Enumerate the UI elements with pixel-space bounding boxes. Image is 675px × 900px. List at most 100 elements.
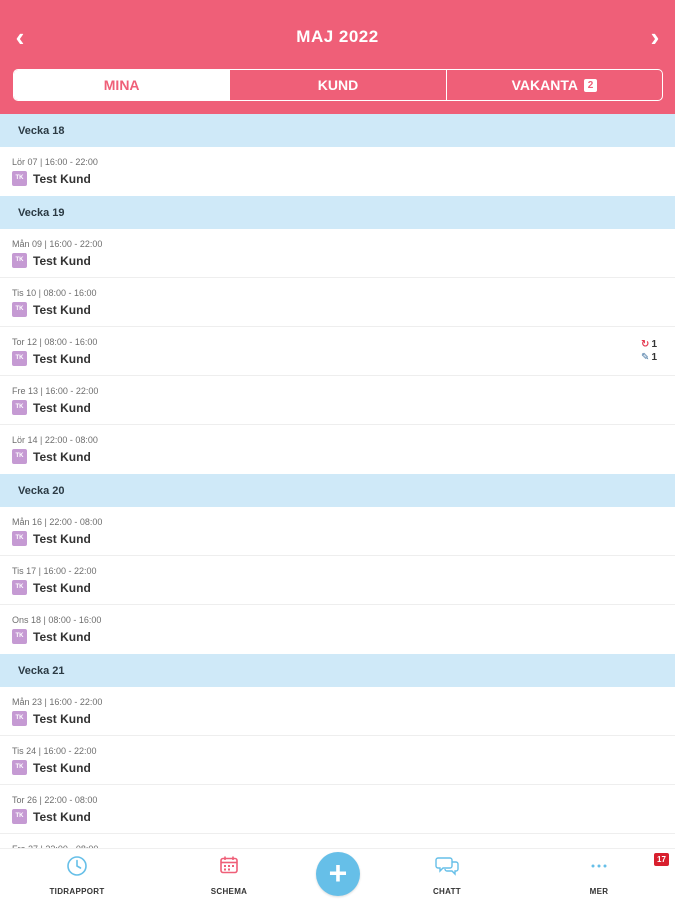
- customer-name: Test Kund: [33, 580, 91, 595]
- customer-initials-badge: TK: [12, 531, 27, 546]
- notification-badge: 17: [654, 853, 669, 866]
- week-header: Vecka 19: [0, 196, 675, 229]
- shift-time: Lör 07 | 16:00 - 22:00: [12, 157, 98, 167]
- add-button[interactable]: +: [316, 852, 360, 896]
- indicator: ↻ 1: [641, 338, 657, 351]
- tab-label: MINA: [103, 77, 140, 93]
- more-icon: [591, 864, 607, 868]
- shift-row[interactable]: Tis 24 | 16:00 - 22:00 TK Test Kund: [0, 736, 675, 785]
- indicator-count: 1: [651, 339, 657, 350]
- nav-chatt[interactable]: CHATT: [392, 849, 502, 900]
- vacant-count-badge: 2: [584, 78, 597, 92]
- nav-schema[interactable]: SCHEMA: [174, 849, 284, 900]
- shift-row[interactable]: Lör 07 | 16:00 - 22:00 TK Test Kund: [0, 147, 675, 196]
- calendar-icon: [220, 856, 238, 874]
- shift-customer: TK Test Kund: [12, 531, 91, 546]
- customer-name: Test Kund: [33, 809, 91, 824]
- shift-customer: TK Test Kund: [12, 760, 91, 775]
- tab-kund[interactable]: KUND: [229, 70, 445, 100]
- shift-row[interactable]: Lör 14 | 22:00 - 08:00 TK Test Kund: [0, 425, 675, 474]
- chevron-right-icon[interactable]: ›: [640, 22, 670, 52]
- shift-list[interactable]: Vecka 18 Lör 07 | 16:00 - 22:00 TK Test Kun…: [0, 114, 675, 848]
- shift-time: Tor 12 | 08:00 - 16:00: [12, 337, 98, 347]
- customer-initials-badge: TK: [12, 711, 27, 726]
- shift-time: Lör 14 | 22:00 - 08:00: [12, 435, 98, 445]
- shift-row[interactable]: Mån 23 | 16:00 - 22:00 TK Test Kund: [0, 687, 675, 736]
- customer-name: Test Kund: [33, 400, 91, 415]
- shift-customer: TK Test Kund: [12, 629, 91, 644]
- indicator: ✎ 1: [641, 351, 657, 364]
- customer-name: Test Kund: [33, 629, 91, 644]
- nav-label: SCHEMA: [210, 887, 248, 896]
- shift-row[interactable]: Fre 27 | 22:00 - 08:00TKTest Kund: [0, 834, 675, 848]
- customer-name: Test Kund: [33, 171, 91, 186]
- shift-row[interactable]: Ons 18 | 08:00 - 16:00 TK Test Kund: [0, 605, 675, 654]
- shift-row[interactable]: Tis 17 | 16:00 - 22:00 TK Test Kund: [0, 556, 675, 605]
- shift-time: Mån 23 | 16:00 - 22:00: [12, 697, 103, 707]
- shift-time: Ons 18 | 08:00 - 16:00: [12, 615, 102, 625]
- customer-name: Test Kund: [33, 711, 91, 726]
- shift-customer: TK Test Kund: [12, 711, 91, 726]
- shift-row[interactable]: Tor 12 | 08:00 - 16:00 TK Test Kund ↻ 1 ✎ 1: [0, 327, 675, 376]
- tab-vakanta[interactable]: VAKANTA 2: [445, 70, 662, 100]
- shift-time: Tis 24 | 16:00 - 22:00: [12, 746, 97, 756]
- shift-customer: TK Test Kund: [12, 351, 91, 366]
- week-header: Vecka 18: [0, 114, 675, 147]
- customer-initials-badge: TK: [12, 760, 27, 775]
- tab-label: VAKANTA: [511, 77, 578, 93]
- nav-label: CHATT: [432, 887, 461, 896]
- customer-initials-badge: TK: [12, 351, 27, 366]
- swap-icon: ↻: [641, 339, 650, 350]
- nav-label: TIDRAPPORT: [49, 887, 105, 896]
- customer-initials-badge: TK: [12, 302, 27, 317]
- customer-name: Test Kund: [33, 351, 91, 366]
- shift-row[interactable]: Tor 26 | 22:00 - 08:00 TK Test Kund: [0, 785, 675, 834]
- shift-customer: TK Test Kund: [12, 580, 91, 595]
- nav-label: MER: [589, 887, 609, 896]
- indicator-count: 1: [651, 352, 657, 363]
- customer-initials-badge: TK: [12, 809, 27, 824]
- shift-customer: TK Test Kund: [12, 449, 91, 464]
- week-header: Vecka 21: [0, 654, 675, 687]
- month-title: MAJ 2022: [296, 27, 379, 46]
- shift-row[interactable]: Fre 13 | 16:00 - 22:00 TK Test Kund: [0, 376, 675, 425]
- customer-name: Test Kund: [33, 531, 91, 546]
- segmented-tabs: MINA KUND VAKANTA 2: [13, 69, 663, 101]
- customer-initials-badge: TK: [12, 580, 27, 595]
- tab-label: KUND: [317, 77, 359, 93]
- bottom-nav: TIDRAPPORT SCHEMA + CHATT MER 17: [0, 848, 675, 900]
- shift-time: Mån 09 | 16:00 - 22:00: [12, 239, 103, 249]
- customer-initials-badge: TK: [12, 171, 27, 186]
- customer-initials-badge: TK: [12, 629, 27, 644]
- customer-initials-badge: TK: [12, 400, 27, 415]
- shift-time: Fre 13 | 16:00 - 22:00: [12, 386, 99, 396]
- customer-name: Test Kund: [33, 302, 91, 317]
- customer-name: Test Kund: [33, 449, 91, 464]
- shift-customer: TK Test Kund: [12, 809, 91, 824]
- nav-tidrapport[interactable]: TIDRAPPORT: [22, 849, 132, 900]
- shift-time: Tor 26 | 22:00 - 08:00: [12, 795, 98, 805]
- shift-time: Tis 10 | 08:00 - 16:00: [12, 288, 97, 298]
- shift-customer: TK Test Kund: [12, 302, 91, 317]
- customer-initials-badge: TK: [12, 449, 27, 464]
- shift-row[interactable]: Mån 09 | 16:00 - 22:00 TK Test Kund: [0, 229, 675, 278]
- shift-customer: TK Test Kund: [12, 171, 91, 186]
- shift-indicators: ↻ 1 ✎ 1: [641, 338, 657, 364]
- shift-row[interactable]: Tis 10 | 08:00 - 16:00 TK Test Kund: [0, 278, 675, 327]
- customer-initials-badge: TK: [12, 253, 27, 268]
- shift-time: Tis 17 | 16:00 - 22:00: [12, 566, 97, 576]
- shift-row[interactable]: Mån 16 | 22:00 - 08:00 TK Test Kund: [0, 507, 675, 556]
- customer-name: Test Kund: [33, 760, 91, 775]
- plus-icon: +: [328, 855, 348, 891]
- clock-icon: [67, 856, 87, 876]
- week-header: Vecka 20: [0, 474, 675, 507]
- nav-mer[interactable]: MER: [544, 849, 654, 900]
- shift-customer: TK Test Kund: [12, 253, 91, 268]
- app-header: ‹ MAJ 2022 › MINA KUND VAKANTA 2: [0, 0, 675, 114]
- shift-customer: TK Test Kund: [12, 400, 91, 415]
- tab-mina[interactable]: MINA: [14, 70, 230, 100]
- customer-name: Test Kund: [33, 253, 91, 268]
- shift-time: Mån 16 | 22:00 - 08:00: [12, 517, 103, 527]
- pencil-icon: ✎: [641, 352, 650, 363]
- chat-icon: [435, 857, 459, 876]
